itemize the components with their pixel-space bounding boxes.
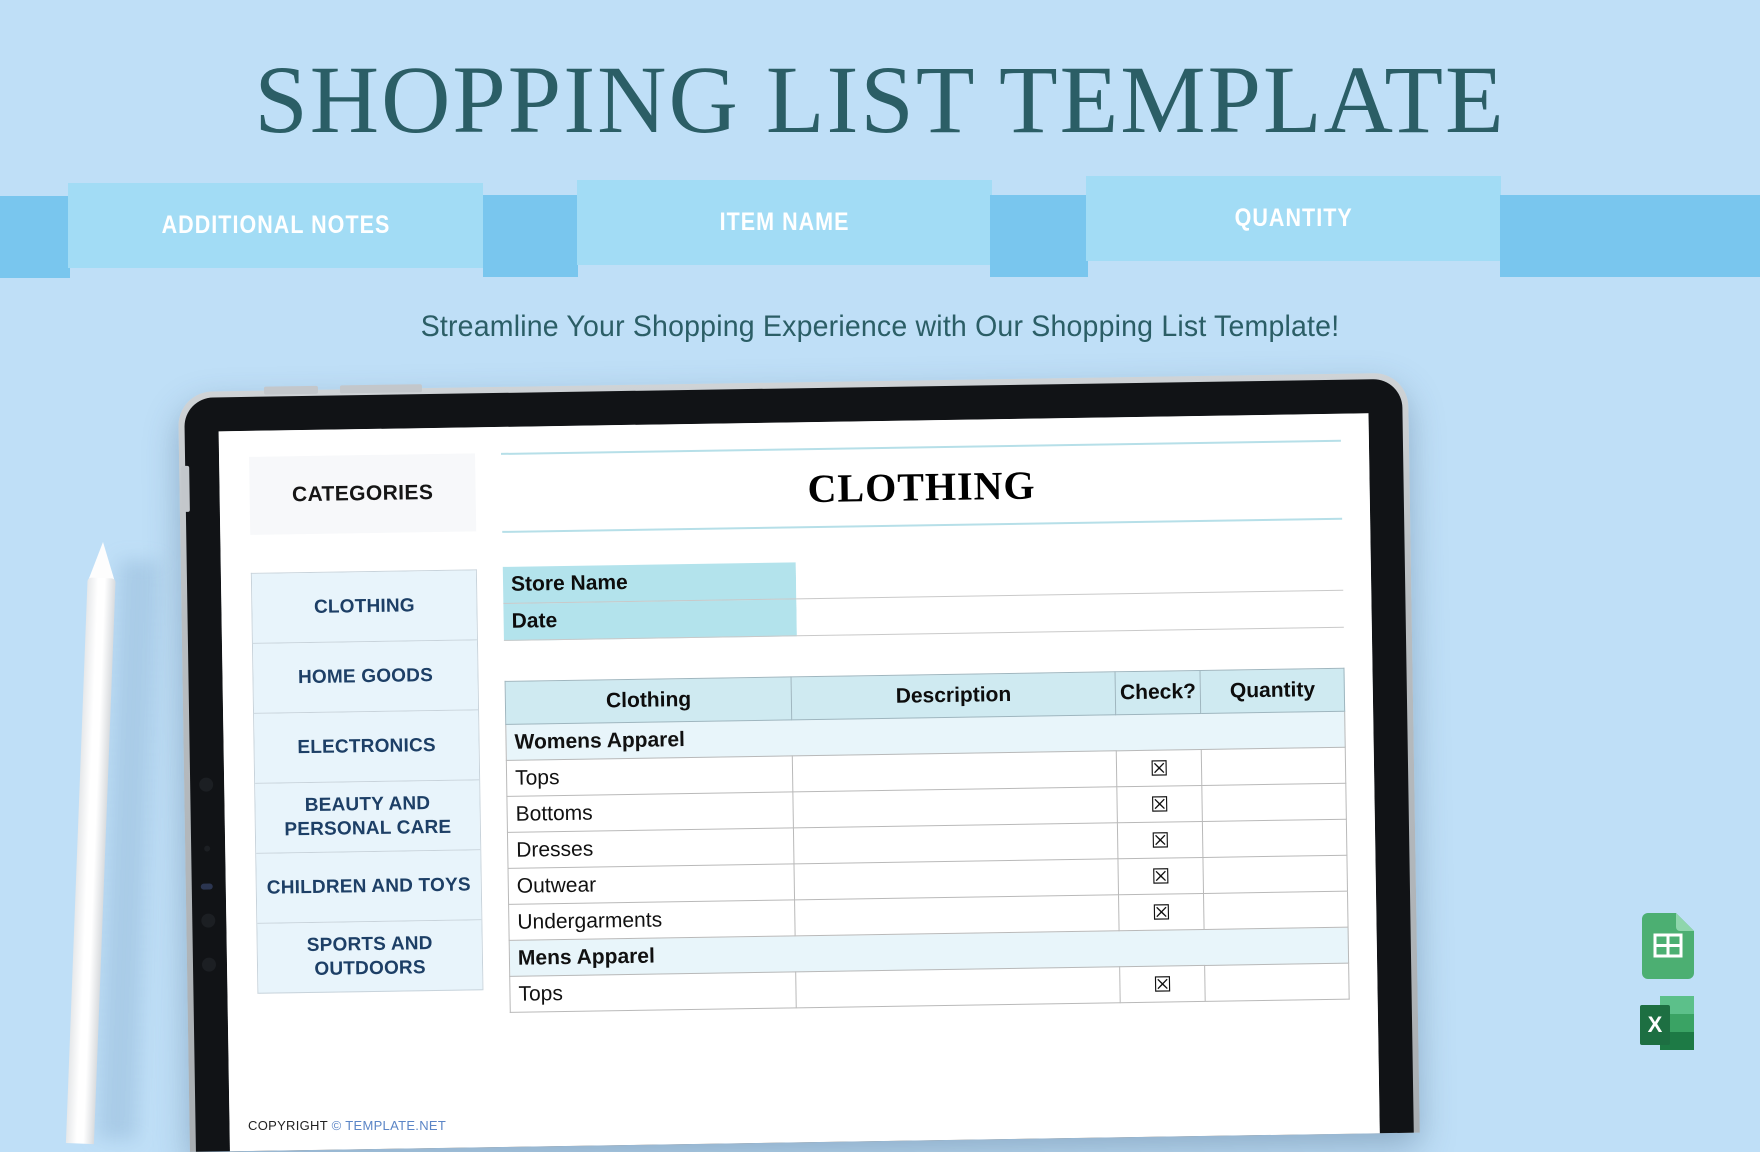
section-title: CLOTHING — [807, 462, 1036, 511]
sidebar-item-label: HOME GOODS — [297, 664, 434, 688]
shopping-items-table: Clothing Description Check? Quantity Wom… — [505, 668, 1350, 1013]
sheet-main-panel: CLOTHING Store Name Date Clothing Descri… — [500, 439, 1350, 1013]
quantity-cell[interactable] — [1202, 819, 1347, 858]
sidebar-item-beauty-and-personal-care[interactable]: BEAUTY AND PERSONAL CARE — [255, 780, 481, 854]
description-cell[interactable] — [796, 966, 1121, 1008]
store-name-label: Store Name — [502, 562, 797, 604]
column-header-clothing: Clothing — [505, 676, 793, 725]
banner-chip-label: QUANTITY — [1234, 204, 1353, 232]
sidebar-item-children-and-toys[interactable]: CHILDREN AND TOYS — [256, 850, 482, 924]
banner-accent-block-0 — [0, 196, 70, 278]
sidebar-item-label: CLOTHING — [313, 594, 415, 618]
category-list: CLOTHING HOME GOODS ELECTRONICS BEAUTY A… — [250, 569, 484, 994]
tablet-screen: CATEGORIES CLOTHING HOME GOODS ELECTRONI… — [218, 413, 1380, 1152]
item-name-cell: Bottoms — [506, 791, 794, 833]
sidebar-item-home-goods[interactable]: HOME GOODS — [252, 640, 479, 714]
tablet-side-button — [181, 465, 190, 512]
quantity-cell[interactable] — [1202, 783, 1347, 822]
item-name-cell: Dresses — [507, 827, 795, 869]
section-title-container: CLOTHING — [500, 439, 1343, 533]
tablet-top-button-a — [263, 385, 319, 395]
tablet-speaker-dot — [201, 913, 216, 928]
quantity-cell[interactable] — [1203, 855, 1348, 894]
copyright-prefix: COPYRIGHT — [248, 1118, 332, 1133]
checkbox-icon[interactable]: ☒ — [1119, 965, 1206, 1003]
item-name-cell: Tops — [509, 971, 797, 1013]
checkbox-icon[interactable]: ☒ — [1116, 749, 1203, 787]
tablet-speaker-dot — [200, 883, 213, 890]
column-header-check: Check? — [1114, 670, 1201, 715]
description-cell[interactable] — [794, 894, 1119, 936]
sidebar-item-label: ELECTRONICS — [297, 734, 436, 758]
date-field[interactable] — [796, 590, 1344, 636]
item-name-cell: Tops — [506, 755, 794, 797]
tablet-speaker-dot — [204, 845, 211, 852]
sidebar-item-label: CHILDREN AND TOYS — [266, 873, 471, 899]
description-cell[interactable] — [794, 858, 1119, 900]
checkbox-icon[interactable]: ☒ — [1117, 821, 1204, 859]
tablet-bezel: CATEGORIES CLOTHING HOME GOODS ELECTRONI… — [181, 378, 1414, 1152]
copyright-brand-link[interactable]: © TEMPLATE.NET — [332, 1118, 446, 1133]
banner-accent-block-1 — [483, 195, 578, 277]
sidebar-item-label: SPORTS AND OUTDOORS — [306, 932, 433, 980]
tablet-device-mockup: CATEGORIES CLOTHING HOME GOODS ELECTRONI… — [178, 372, 1420, 1152]
date-label: Date — [503, 598, 797, 641]
categories-header: CATEGORIES — [249, 453, 477, 535]
quantity-cell[interactable] — [1201, 747, 1346, 786]
tablet-speaker-dot — [201, 957, 217, 972]
page-subtitle: Streamline Your Shopping Experience with… — [420, 310, 1340, 343]
banner-chip-label: ADDITIONAL NOTES — [161, 211, 390, 239]
column-header-quantity: Quantity — [1200, 668, 1345, 714]
banner-chip-additional-notes: ADDITIONAL NOTES — [68, 183, 483, 268]
description-cell[interactable] — [793, 786, 1118, 828]
page-title: SHOPPING LIST TEMPLATE — [254, 46, 1506, 153]
sidebar-item-label: BEAUTY AND PERSONAL CARE — [284, 792, 452, 840]
microsoft-excel-icon[interactable]: X — [1638, 994, 1696, 1059]
svg-text:X: X — [1648, 1012, 1663, 1037]
banner-accent-block-2 — [990, 195, 1088, 277]
banner-strip: ADDITIONAL NOTES ITEM NAME QUANTITY — [0, 176, 1760, 278]
tablet-speaker-dot — [199, 777, 214, 792]
checkbox-icon[interactable]: ☒ — [1117, 857, 1204, 895]
banner-chip-quantity: QUANTITY — [1086, 176, 1501, 261]
store-meta-table: Store Name Date — [502, 553, 1344, 641]
categories-sidebar: CATEGORIES CLOTHING HOME GOODS ELECTRONI… — [249, 453, 484, 994]
spreadsheet-document: CATEGORIES CLOTHING HOME GOODS ELECTRONI… — [218, 413, 1380, 1152]
description-cell[interactable] — [792, 750, 1117, 792]
copyright-notice: COPYRIGHT © TEMPLATE.NET — [248, 1118, 446, 1133]
banner-chip-label: ITEM NAME — [719, 208, 850, 236]
item-name-cell: Undergarments — [508, 899, 796, 941]
checkbox-icon[interactable]: ☒ — [1118, 893, 1205, 931]
description-cell[interactable] — [793, 822, 1118, 864]
column-header-description: Description — [791, 671, 1116, 720]
stylus-tip — [88, 541, 116, 581]
checkbox-icon[interactable]: ☒ — [1116, 785, 1203, 823]
google-sheets-icon[interactable] — [1642, 913, 1694, 984]
tablet-top-button-b — [339, 384, 423, 394]
sidebar-item-clothing[interactable]: CLOTHING — [251, 570, 477, 644]
sidebar-item-electronics[interactable]: ELECTRONICS — [254, 710, 480, 784]
sidebar-item-sports-and-outdoors[interactable]: SPORTS AND OUTDOORS — [257, 920, 483, 994]
quantity-cell[interactable] — [1204, 963, 1350, 1002]
banner-chip-item-name: ITEM NAME — [577, 180, 992, 265]
quantity-cell[interactable] — [1203, 891, 1349, 930]
item-name-cell: Outwear — [508, 863, 795, 905]
banner-accent-block-3 — [1500, 195, 1760, 277]
